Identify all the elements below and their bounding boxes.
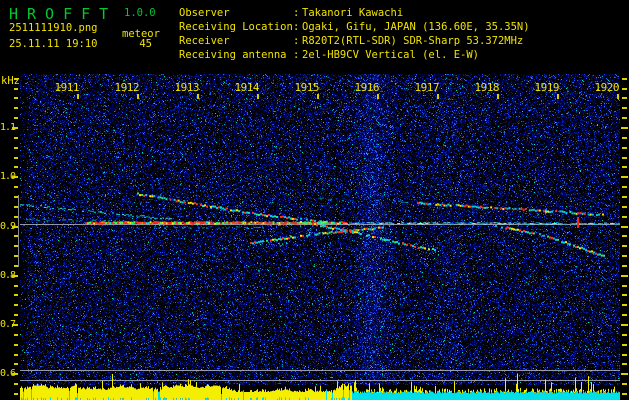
y-tick-minor	[622, 146, 627, 149]
y-tick-minor	[622, 117, 627, 120]
y-tick-minor	[622, 195, 627, 198]
receiver-info-block: Observer: Takanori Kawachi Receiving Loca…	[179, 6, 530, 62]
y-tick-minor	[622, 284, 627, 287]
y-tick-minor	[14, 117, 18, 120]
info-label: Observer	[179, 7, 230, 19]
app-title: HROFFT	[9, 5, 118, 23]
y-tick-minor	[14, 353, 18, 356]
y-tick-minor	[622, 77, 627, 80]
y-tick-minor	[622, 215, 627, 218]
y-tick-minor	[14, 333, 18, 336]
y-tick-minor	[622, 353, 627, 356]
y-tick-minor	[14, 97, 18, 100]
y-tick-minor	[14, 392, 18, 395]
y-tick-minor	[622, 363, 627, 366]
y-tick-minor	[14, 304, 18, 307]
y-tick-major	[12, 274, 18, 277]
y-tick-minor	[622, 264, 627, 267]
freq-unit-label: kHz	[1, 75, 20, 87]
info-separator: :	[293, 49, 300, 61]
y-tick-minor	[14, 314, 18, 317]
y-tick-minor	[14, 136, 18, 139]
output-filename: 2511111910.png	[9, 22, 98, 34]
y-tick-minor	[622, 186, 627, 189]
y-tick-minor	[14, 87, 18, 90]
y-tick-major	[12, 324, 18, 326]
y-tick-label: 0.6	[0, 368, 16, 380]
y-tick-minor	[622, 314, 627, 317]
y-tick-minor	[622, 304, 627, 307]
info-value: R820T2(RTL-SDR) SDR-Sharp 53.372MHz	[302, 35, 524, 47]
info-separator: :	[293, 35, 300, 47]
y-tick-major	[621, 324, 628, 326]
y-tick-minor	[14, 166, 18, 169]
spectrogram-canvas	[20, 74, 620, 385]
y-tick-label: 1.1	[0, 122, 16, 133]
y-tick-major	[621, 225, 628, 228]
y-tick-minor	[622, 136, 627, 139]
y-tick-minor	[622, 333, 627, 336]
y-tick-minor	[14, 343, 18, 346]
y-tick-minor	[622, 107, 627, 110]
y-tick-major	[621, 176, 628, 179]
y-tick-minor	[622, 255, 627, 258]
y-tick-label: 0.8	[0, 269, 16, 281]
datetime-label: 25.11.11 19:10	[9, 38, 98, 50]
y-tick-minor	[14, 156, 18, 159]
y-tick-major	[621, 127, 628, 129]
y-tick-minor	[622, 235, 627, 238]
hrofft-output-window: HROFFT 1.0.0 2511111910.png meteor 25.11…	[0, 0, 629, 400]
y-tick-minor	[14, 383, 18, 386]
y-tick-minor	[14, 363, 18, 366]
y-tick-minor	[14, 146, 18, 149]
info-label: Receiving antenna	[179, 49, 287, 61]
app-version: 1.0.0	[124, 7, 156, 19]
info-label: Receiving Location	[179, 21, 293, 33]
echo-count: 45	[139, 38, 152, 50]
info-separator: :	[293, 21, 300, 33]
signal-level-bargraph	[20, 370, 620, 400]
y-tick-minor	[14, 284, 18, 287]
y-tick-minor	[622, 87, 627, 90]
echo-band-marker	[18, 195, 19, 267]
info-row-location: Receiving Location: Ogaki, Gifu, JAPAN (1…	[179, 20, 530, 34]
info-value: Takanori Kawachi	[302, 7, 404, 19]
y-tick-major	[12, 373, 18, 376]
y-tick-minor	[622, 166, 627, 169]
y-tick-minor	[622, 294, 627, 297]
info-row-observer: Observer: Takanori Kawachi	[179, 6, 530, 20]
y-tick-minor	[622, 343, 627, 346]
y-tick-minor	[622, 245, 627, 248]
info-separator: :	[293, 7, 300, 19]
info-label: Receiver	[179, 35, 230, 47]
y-tick-minor	[14, 107, 18, 110]
y-tick-label: 0.7	[0, 319, 16, 330]
info-row-antenna: Receiving antenna:2el-HB9CV Vertical (el…	[179, 48, 530, 62]
y-tick-minor	[622, 392, 627, 395]
y-tick-label: 1.0	[0, 171, 16, 183]
y-tick-label: 0.9	[0, 220, 16, 232]
y-tick-minor	[14, 186, 18, 189]
y-tick-minor	[622, 156, 627, 159]
y-tick-minor	[622, 383, 627, 386]
y-tick-major	[12, 176, 18, 179]
y-tick-major	[621, 274, 628, 277]
y-tick-minor	[14, 294, 18, 297]
y-tick-major	[621, 373, 628, 376]
y-tick-minor	[622, 205, 627, 208]
info-row-receiver: Receiver: R820T2(RTL-SDR) SDR-Sharp 53.37…	[179, 34, 530, 48]
info-value: 2el-HB9CV Vertical (el. E-W)	[302, 49, 480, 61]
info-value: Ogaki, Gifu, JAPAN (136.60E, 35.35N)	[302, 21, 530, 33]
y-tick-minor	[622, 97, 627, 100]
y-tick-major	[12, 127, 18, 129]
